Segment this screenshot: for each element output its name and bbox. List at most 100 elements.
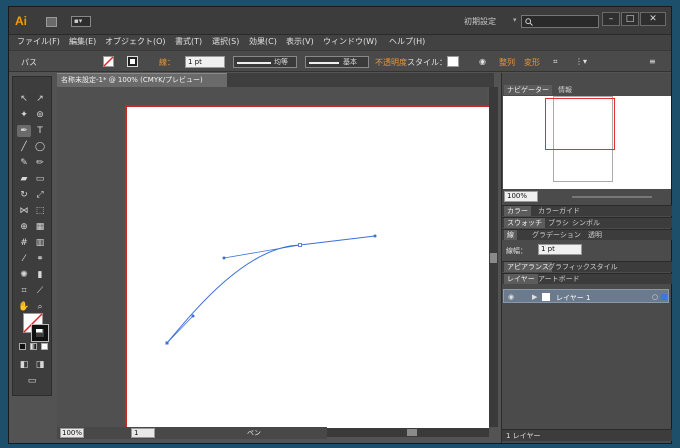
isolate-icon[interactable]: ⌗: [553, 57, 558, 67]
menu-help[interactable]: ヘルプ(H): [389, 36, 425, 48]
tab-appearance[interactable]: アピアランス: [504, 262, 552, 272]
arrange-documents-button[interactable]: ▪▾: [71, 16, 91, 27]
selection-tool-icon[interactable]: ↖: [17, 93, 31, 105]
document-tab[interactable]: 名称未設定-1* @ 100% (CMYK/プレビュー): [57, 73, 227, 87]
zoom-field[interactable]: 100%: [60, 428, 84, 438]
status-tool-label[interactable]: ペン: [247, 428, 261, 438]
pencil-icon[interactable]: ✏: [33, 157, 47, 169]
tab-color-guide[interactable]: カラーガイド: [538, 206, 580, 216]
menu-select[interactable]: 選択(S): [212, 36, 239, 48]
artboard-tool-icon[interactable]: ⌗: [17, 285, 31, 297]
type-tool-icon[interactable]: T: [33, 125, 47, 137]
width-tool-icon[interactable]: ⋈: [17, 205, 31, 217]
chevron-down-icon[interactable]: ▾: [513, 16, 517, 24]
target-icon[interactable]: ○: [652, 293, 658, 301]
tab-info[interactable]: 情報: [558, 85, 572, 95]
navigator-view-box[interactable]: [545, 98, 615, 150]
lasso-icon[interactable]: ⊚: [33, 109, 47, 121]
tools-panel: ↖ ↗ ✦ ⊚ ✒ T ╱ ◯ ✎ ✏ ▰ ▭ ↻ ⤢ ⋈ ⬚ ⊕ ▦ # ▥ …: [12, 76, 52, 396]
paintbrush-icon[interactable]: ✎: [17, 157, 31, 169]
path-drawing[interactable]: [127, 107, 489, 429]
tab-brushes[interactable]: ブラシ: [548, 218, 569, 228]
menu-effect[interactable]: 効果(C): [249, 36, 277, 48]
artboard[interactable]: [127, 107, 489, 429]
perspective-grid-icon[interactable]: ▦: [33, 221, 47, 233]
tab-symbols[interactable]: シンボル: [572, 218, 600, 228]
direct-selection-tool-icon[interactable]: ↗: [33, 93, 47, 105]
expand-arrow-icon[interactable]: ▶: [532, 293, 537, 301]
panel-menu-icon[interactable]: ≡: [649, 57, 656, 66]
menu-object[interactable]: オブジェクト(O): [105, 36, 166, 48]
bridge-icon[interactable]: [46, 17, 57, 27]
hand-tool-icon[interactable]: ✋: [17, 301, 31, 313]
fill-swatch[interactable]: [103, 56, 114, 67]
tab-artboards[interactable]: アートボード: [538, 274, 580, 284]
ellipse-tool-icon[interactable]: ◯: [33, 141, 47, 153]
transform-link[interactable]: 変形: [524, 57, 540, 68]
maximize-button[interactable]: □: [621, 12, 639, 26]
graphic-style-swatch[interactable]: [447, 56, 459, 67]
align-link[interactable]: 整列: [499, 57, 515, 68]
blend-tool-icon[interactable]: ⚭: [33, 253, 47, 265]
blob-brush-icon[interactable]: ▰: [17, 173, 31, 185]
stroke-swatch[interactable]: [127, 56, 138, 67]
eye-icon[interactable]: ◉: [508, 293, 514, 301]
stroke-label[interactable]: 線：: [159, 57, 175, 68]
menu-view[interactable]: 表示(V): [286, 36, 314, 48]
vertical-scrollbar[interactable]: [489, 87, 498, 427]
recolor-icon[interactable]: ◉: [479, 57, 486, 66]
menu-type[interactable]: 書式(T): [175, 36, 202, 48]
tab-graphic-styles[interactable]: グラフィックスタイル: [548, 262, 618, 272]
zoom-tool-icon[interactable]: ⌕: [33, 301, 47, 313]
stroke-weight-input[interactable]: 1 pt: [538, 244, 582, 255]
menu-window[interactable]: ウィンドウ(W): [323, 36, 377, 48]
tab-gradient[interactable]: グラデーション: [532, 230, 581, 240]
rotate-tool-icon[interactable]: ↻: [17, 189, 31, 201]
magic-wand-icon[interactable]: ✦: [17, 109, 31, 121]
gradient-tool-icon[interactable]: ▥: [33, 237, 47, 249]
color-mode-icon[interactable]: [19, 343, 26, 350]
none-mode-icon[interactable]: [41, 343, 48, 350]
draw-behind-icon[interactable]: ◨: [33, 359, 47, 371]
scale-tool-icon[interactable]: ⤢: [33, 189, 47, 201]
stroke-color-box[interactable]: [31, 324, 49, 342]
brush-definition[interactable]: 基本: [305, 56, 369, 68]
navigator-zoom-field[interactable]: 100%: [504, 191, 538, 202]
layer-name[interactable]: レイヤー 1: [556, 293, 590, 303]
navigator-preview[interactable]: [503, 96, 671, 189]
help-search-input[interactable]: [521, 15, 599, 28]
gradient-mode-icon[interactable]: [30, 343, 37, 350]
minimize-button[interactable]: –: [602, 12, 620, 26]
menu-edit[interactable]: 編集(E): [69, 36, 96, 48]
menu-file[interactable]: ファイル(F): [17, 36, 60, 48]
eraser-icon[interactable]: ▭: [33, 173, 47, 185]
layer-row[interactable]: ◉ ▶ レイヤー 1 ○: [503, 289, 669, 303]
opacity-link[interactable]: 不透明度: [375, 57, 407, 68]
shape-builder-icon[interactable]: ⊕: [17, 221, 31, 233]
workspace-switcher[interactable]: 初期設定: [464, 16, 496, 27]
line-tool-icon[interactable]: ╱: [17, 141, 31, 153]
tab-color[interactable]: カラー: [504, 206, 531, 216]
draw-mode-icon[interactable]: ◧: [17, 359, 31, 371]
slice-tool-icon[interactable]: ⟋: [33, 285, 47, 297]
navigator-zoom-slider[interactable]: [572, 196, 652, 198]
pen-tool-icon[interactable]: ✒: [17, 125, 31, 137]
graph-tool-icon[interactable]: ▮: [33, 269, 47, 281]
screen-mode-icon[interactable]: ▭: [25, 375, 39, 387]
free-transform-icon[interactable]: ⬚: [33, 205, 47, 217]
tab-navigator[interactable]: ナビゲーター: [504, 85, 552, 95]
artboard-number-field[interactable]: 1: [131, 428, 155, 438]
symbol-sprayer-icon[interactable]: ✺: [17, 269, 31, 281]
tab-layers[interactable]: レイヤー: [504, 274, 538, 284]
variable-width-profile[interactable]: 均等: [233, 56, 297, 68]
mesh-tool-icon[interactable]: #: [17, 237, 31, 249]
more-options-icon[interactable]: ⋮▾: [575, 57, 587, 66]
tab-swatches[interactable]: スウォッチ: [504, 218, 545, 228]
tab-transparency[interactable]: 透明: [588, 230, 602, 240]
tab-stroke[interactable]: 線: [504, 230, 517, 240]
horizontal-scrollbar[interactable]: [327, 428, 489, 437]
eyedropper-icon[interactable]: ⁄: [17, 253, 31, 265]
stroke-weight-field[interactable]: 1 pt: [185, 56, 225, 68]
direction-handle: [191, 314, 195, 318]
close-button[interactable]: ✕: [640, 12, 666, 26]
